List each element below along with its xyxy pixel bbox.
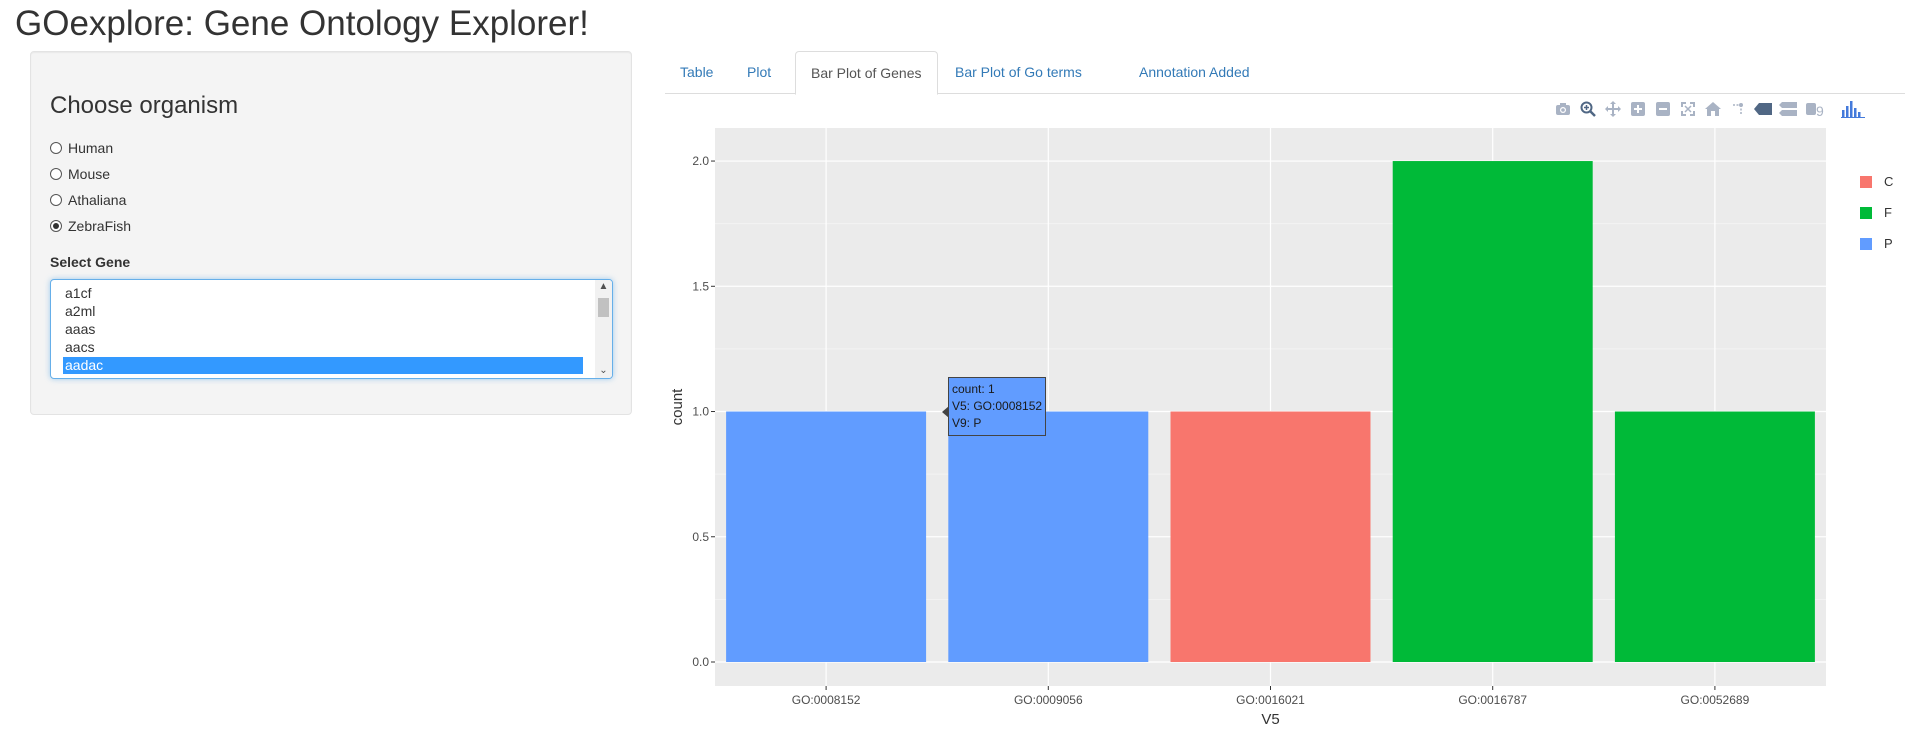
tab-plot[interactable]: Plot — [732, 51, 786, 94]
bars — [726, 161, 1815, 663]
y-tick-label: 1.0 — [692, 405, 709, 419]
bar-go-0016021[interactable] — [1170, 411, 1371, 662]
tab-table[interactable]: Table — [665, 51, 728, 94]
spike-lines-icon[interactable] — [1725, 98, 1750, 120]
radio-label-mouse: Mouse — [68, 166, 111, 182]
gene-option[interactable]: aacs — [63, 339, 583, 356]
x-tick-label: GO:0008152 — [792, 693, 861, 707]
radio-button-zebrafish[interactable] — [50, 220, 62, 232]
select-gene-label: Select Gene — [50, 254, 131, 270]
x-tick-label: GO:0016021 — [1236, 693, 1305, 707]
legend-label: F — [1884, 205, 1892, 220]
radio-option-zebrafish[interactable]: ZebraFish — [50, 218, 131, 234]
hover-compare-icon[interactable] — [1775, 98, 1800, 120]
radio-button-human[interactable] — [50, 142, 62, 154]
x-tick-label: GO:0052689 — [1681, 693, 1750, 707]
scroll-up-icon[interactable]: ▲ — [595, 280, 612, 294]
app-title: GOexplore: Gene Ontology Explorer! — [15, 4, 589, 43]
y-axis: 0.0 0.5 1.0 1.5 2.0 — [692, 154, 715, 669]
radio-option-athaliana[interactable]: Athaliana — [50, 192, 126, 208]
tooltip-line-v9: V9: P — [952, 416, 982, 430]
grid-lines — [715, 128, 1826, 686]
radio-option-human[interactable]: Human — [50, 140, 113, 156]
bar-go-0008152[interactable] — [726, 411, 927, 662]
svg-text:9: 9 — [1816, 103, 1824, 117]
x-axis-label: V5 — [1261, 711, 1279, 728]
tab-annotation-added[interactable]: Annotation Added — [1124, 51, 1265, 94]
gene-option[interactable]: aaas — [63, 321, 583, 338]
zoom-out-icon[interactable] — [1650, 98, 1675, 120]
zoom-in-icon[interactable] — [1625, 98, 1650, 120]
x-axis: GO:0008152 GO:0009056 GO:0016021 GO:0016787… — [792, 686, 1750, 707]
legend-item-f[interactable]: F — [1860, 205, 1892, 220]
reset-axes-icon[interactable] — [1700, 98, 1725, 120]
x-tick-label: GO:0016787 — [1458, 693, 1527, 707]
sidebar-panel: Choose organism Human Mouse Athaliana Ze… — [30, 51, 632, 415]
tab-bar: Table Plot Bar Plot of Genes Bar Plot of… — [665, 51, 1905, 95]
camera-icon[interactable] — [1550, 98, 1575, 120]
legend-item-p[interactable]: P — [1860, 236, 1893, 251]
legend-label: P — [1884, 236, 1893, 251]
gene-option[interactable]: a2ml — [63, 303, 583, 320]
radio-button-mouse[interactable] — [50, 168, 62, 180]
choose-organism-heading: Choose organism — [50, 92, 239, 119]
y-tick-label: 0.5 — [692, 530, 709, 544]
tooltip-line-count: count: 1 — [952, 382, 995, 396]
scroll-down-icon[interactable]: ⌄ — [595, 364, 612, 378]
plotly-logo-icon[interactable]: 9 — [1800, 98, 1838, 120]
tab-bar-plot-of-go-terms[interactable]: Bar Plot of Go terms — [940, 51, 1097, 94]
y-axis-label: count — [669, 388, 686, 426]
plotly-bars-icon[interactable] — [1838, 98, 1868, 120]
radio-label-athaliana: Athaliana — [68, 192, 127, 208]
radio-label-human: Human — [68, 140, 114, 156]
legend-swatch — [1860, 237, 1872, 250]
bar-go-0052689[interactable] — [1614, 411, 1815, 662]
hover-closest-icon[interactable] — [1750, 98, 1775, 120]
zoom-icon[interactable] — [1575, 98, 1600, 120]
gene-option-selected[interactable]: aadac — [63, 357, 583, 374]
tab-bar-plot-of-genes[interactable]: Bar Plot of Genes — [795, 51, 938, 95]
gene-list-scrollbar[interactable]: ▲ ⌄ — [595, 280, 612, 378]
bar-go-0009056[interactable] — [948, 411, 1149, 662]
legend-item-c[interactable]: C — [1860, 174, 1893, 189]
plot-background — [715, 128, 1826, 686]
hover-tooltip: count: 1 V5: GO:0008152 V9: P — [941, 377, 1047, 436]
gene-select-listbox[interactable]: a1cf a2ml aaas aacs aadac ▲ ⌄ — [50, 279, 613, 379]
y-tick-label: 0.0 — [692, 655, 709, 669]
legend-swatch — [1860, 175, 1872, 188]
scroll-thumb[interactable] — [598, 298, 609, 317]
gene-option[interactable]: a1cf — [63, 285, 583, 302]
radio-label-zebrafish: ZebraFish — [68, 218, 132, 234]
x-tick-label: GO:0009056 — [1014, 693, 1083, 707]
autoscale-icon[interactable] — [1675, 98, 1700, 120]
bar-go-0016787[interactable] — [1392, 161, 1593, 663]
pan-icon[interactable] — [1600, 98, 1625, 120]
radio-option-mouse[interactable]: Mouse — [50, 166, 110, 182]
tooltip-line-v5: V5: GO:0008152 — [952, 399, 1043, 413]
y-tick-label: 1.5 — [692, 279, 709, 293]
y-tick-label: 2.0 — [692, 154, 709, 168]
plot-modebar: 9 — [1550, 98, 1868, 120]
legend-swatch — [1860, 206, 1872, 219]
legend-label: C — [1884, 174, 1894, 189]
radio-button-athaliana[interactable] — [50, 194, 62, 206]
